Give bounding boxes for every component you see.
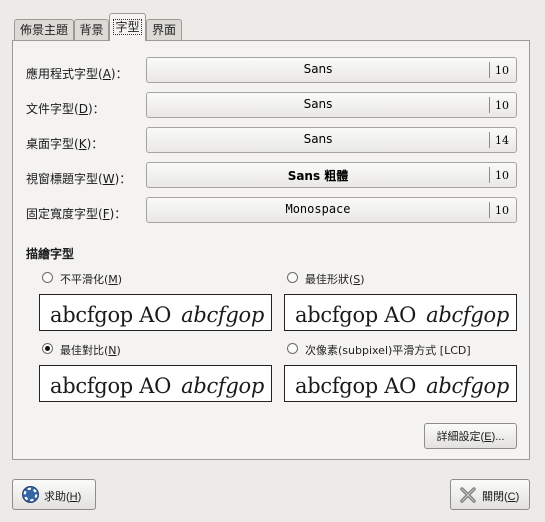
separator [489, 97, 490, 113]
close-button[interactable]: 關閉(C) [450, 479, 530, 510]
fixed-width-font-label: 固定寬度字型(F)： [26, 207, 127, 221]
window-title-font-label: 視窗標題字型(W)： [26, 172, 132, 186]
preview-italic-text: abcfgop [181, 303, 265, 327]
monochrome-preview[interactable]: abcfgop AO abcfgop [39, 294, 272, 331]
help-icon [22, 486, 39, 503]
subpixel-radio[interactable] [287, 343, 298, 354]
desktop-font-name: Sans [303, 132, 333, 146]
document-font-size: 10 [495, 99, 509, 112]
window-title-font-size: 10 [495, 169, 509, 182]
best-contrast-label[interactable]: 最佳對比(N) [60, 342, 121, 358]
document-font-button[interactable]: Sans 10 [146, 92, 517, 118]
fixed-width-font-name: Monospace [285, 202, 351, 216]
help-button[interactable]: 求助(H) [12, 479, 96, 510]
close-icon [459, 486, 477, 504]
application-font-name: Sans [303, 62, 333, 76]
document-font-label: 文件字型(D)： [26, 102, 105, 116]
subpixel-label[interactable]: 次像素(subpixel)平滑方式 [LCD] [305, 342, 471, 358]
application-font-label: 應用程式字型(A)： [26, 67, 128, 81]
separator [489, 202, 490, 218]
tab-fonts[interactable]: 字型 [109, 13, 146, 41]
window-title-font-name: Sans 粗體 [287, 169, 349, 183]
preview-text: abcfgop AO [295, 374, 417, 398]
preview-text: abcfgop AO [295, 303, 417, 327]
fixed-width-font-size: 10 [495, 204, 509, 217]
preview-text: abcfgop AO [50, 374, 172, 398]
document-font-name: Sans [303, 97, 333, 111]
monochrome-label[interactable]: 不平滑化(M) [60, 271, 122, 287]
tab-theme[interactable]: 佈景主題 [14, 19, 74, 40]
separator [489, 167, 490, 183]
close-button-label: 關閉(C) [482, 491, 520, 503]
desktop-font-size: 14 [495, 134, 509, 147]
best-contrast-radio[interactable] [42, 343, 53, 354]
tab-fonts-label: 字型 [113, 19, 142, 35]
best-shapes-radio[interactable] [287, 272, 298, 283]
preview-italic-text: abcfgop [181, 374, 265, 398]
desktop-font-label: 桌面字型(K)： [26, 137, 104, 151]
tab-interface-label: 界面 [151, 23, 176, 37]
tab-theme-label: 佈景主題 [19, 23, 68, 37]
separator [489, 62, 490, 78]
tab-background-label: 背景 [79, 23, 104, 37]
application-font-button[interactable]: Sans 10 [146, 57, 517, 83]
best-shapes-preview[interactable]: abcfgop AO abcfgop [284, 294, 517, 331]
fixed-width-font-button[interactable]: Monospace 10 [146, 197, 517, 223]
separator [489, 132, 490, 148]
subpixel-preview[interactable]: abcfgop AO abcfgop [284, 365, 517, 402]
tab-interface[interactable]: 界面 [146, 19, 182, 40]
preview-text: abcfgop AO [50, 303, 172, 327]
window-title-font-button[interactable]: Sans 粗體 10 [146, 162, 517, 188]
desktop-font-button[interactable]: Sans 14 [146, 127, 517, 153]
best-shapes-label[interactable]: 最佳形狀(S) [305, 271, 365, 287]
tab-background[interactable]: 背景 [74, 19, 109, 40]
preview-italic-text: abcfgop [426, 374, 510, 398]
monochrome-radio[interactable] [42, 272, 53, 283]
help-button-label: 求助(H) [44, 491, 82, 503]
preview-italic-text: abcfgop [426, 303, 510, 327]
best-contrast-preview[interactable]: abcfgop AO abcfgop [39, 365, 272, 402]
rendering-section-title: 描繪字型 [26, 247, 75, 261]
details-button[interactable]: 詳細設定(E)... [424, 423, 517, 449]
application-font-size: 10 [495, 64, 509, 77]
